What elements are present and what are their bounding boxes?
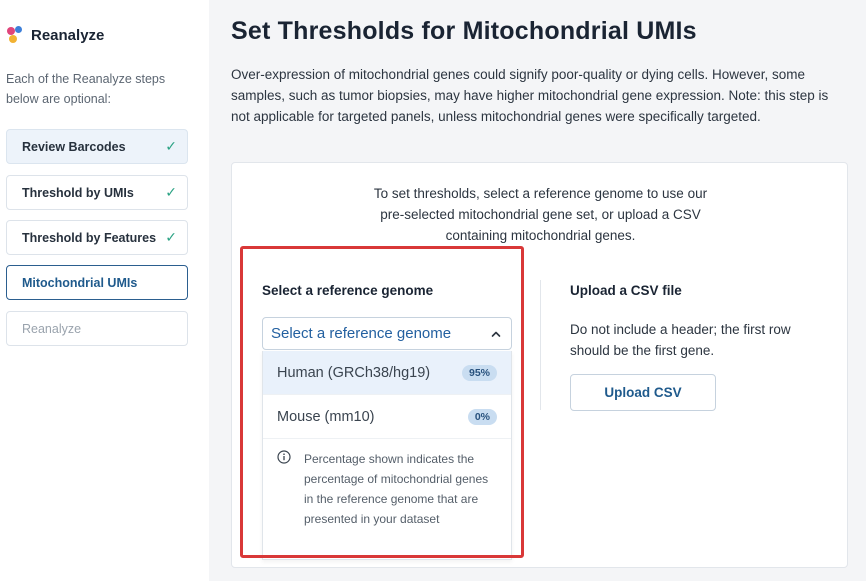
check-icon: ✓ xyxy=(165,138,177,154)
percentage-badge: 95% xyxy=(461,364,497,381)
brand: Reanalyze xyxy=(6,26,104,44)
option-label: Human (GRCh38/hg19) xyxy=(277,364,431,381)
info-note: Percentage shown indicates the percentag… xyxy=(263,439,511,559)
column-divider xyxy=(540,280,541,410)
option-mouse[interactable]: Mouse (mm10) 0% xyxy=(263,395,511,439)
info-icon xyxy=(277,450,291,464)
option-human[interactable]: Human (GRCh38/hg19) 95% xyxy=(263,351,511,395)
step-threshold-by-umis[interactable]: Threshold by UMIs ✓ xyxy=(6,175,188,210)
select-label: Select a reference genome xyxy=(271,325,452,342)
step-threshold-by-features[interactable]: Threshold by Features ✓ xyxy=(6,220,188,255)
page-description: Over-expression of mitochondrial genes c… xyxy=(231,67,829,124)
step-mitochondrial-umis[interactable]: Mitochondrial UMIs xyxy=(6,265,188,300)
info-text: Percentage shown indicates the percentag… xyxy=(304,452,489,526)
chevron-up-icon xyxy=(491,331,501,337)
check-icon: ✓ xyxy=(165,229,177,245)
reference-genome-dropdown: Human (GRCh38/hg19) 95% Mouse (mm10) 0% … xyxy=(262,351,512,560)
page-title: Set Thresholds for Mitochondrial UMIs xyxy=(231,17,697,45)
sidebar-intro: Each of the Reanalyze steps below are op… xyxy=(6,72,166,106)
threshold-card: To set thresholds, select a reference ge… xyxy=(231,162,848,568)
upload-csv-section: Upload a CSV file Do not include a heade… xyxy=(570,283,830,411)
upload-csv-description: Do not include a header; the first row s… xyxy=(570,322,791,358)
sidebar: Reanalyze Each of the Reanalyze steps be… xyxy=(0,0,209,581)
step-reanalyze: Reanalyze xyxy=(6,311,188,346)
check-icon: ✓ xyxy=(165,184,177,200)
percentage-badge: 0% xyxy=(467,408,497,425)
card-intro-line: To set thresholds, select a reference ge… xyxy=(373,186,708,201)
app-logo-icon xyxy=(6,26,24,44)
upload-csv-button[interactable]: Upload CSV xyxy=(570,374,716,411)
option-label: Mouse (mm10) xyxy=(277,408,375,425)
step-label: Mitochondrial UMIs xyxy=(22,275,138,290)
reference-genome-heading: Select a reference genome xyxy=(262,283,434,298)
app-name: Reanalyze xyxy=(31,26,105,44)
main-content: Set Thresholds for Mitochondrial UMIs Ov… xyxy=(209,0,866,581)
reference-genome-select[interactable]: Select a reference genome xyxy=(262,317,512,350)
card-intro-line: containing mitochondrial genes. xyxy=(445,228,636,243)
step-label: Threshold by Features xyxy=(22,230,157,245)
card-intro-line: pre-selected mitochondrial gene set, or … xyxy=(380,207,701,222)
step-label: Review Barcodes xyxy=(22,139,126,154)
upload-csv-heading: Upload a CSV file xyxy=(570,283,682,298)
reference-genome-section: Select a reference genome Select a refer… xyxy=(262,283,512,560)
step-label: Threshold by UMIs xyxy=(22,185,134,200)
card-intro: To set thresholds, select a reference ge… xyxy=(232,183,849,246)
step-review-barcodes[interactable]: Review Barcodes ✓ xyxy=(6,129,188,164)
step-label: Reanalyze xyxy=(22,321,82,336)
